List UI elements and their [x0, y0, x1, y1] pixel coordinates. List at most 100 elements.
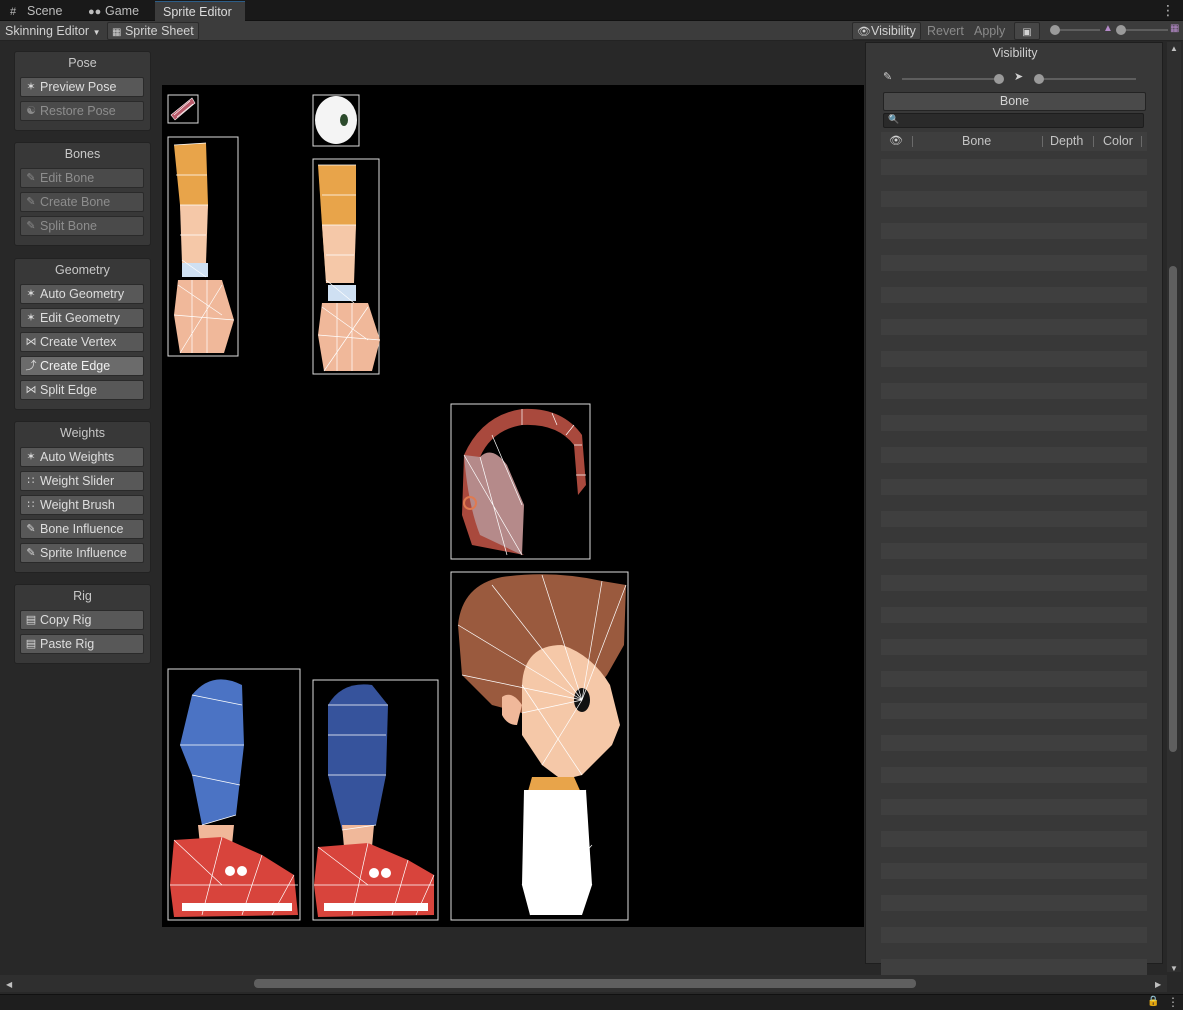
preview-pose-button[interactable]: ✶ Preview Pose: [20, 77, 144, 97]
scroll-left-arrow-icon[interactable]: ◀: [6, 980, 12, 989]
more-options-icon[interactable]: ⋮: [1167, 995, 1179, 1009]
eye-icon[interactable]: 👁: [889, 134, 903, 147]
weight-brush-button[interactable]: ∷ Weight Brush: [20, 495, 144, 515]
auto-weights-button[interactable]: ✶ Auto Weights: [20, 447, 144, 467]
split-bone-button[interactable]: ✎ Split Bone: [20, 216, 144, 236]
lock-icon[interactable]: 🔒: [1147, 996, 1159, 1007]
alpha-slider-knob[interactable]: [1116, 25, 1126, 35]
sprite-leg-right[interactable]: [312, 679, 439, 921]
bone-opacity-slider-track[interactable]: [902, 78, 1000, 80]
edit-bone-button[interactable]: ✎ Edit Bone: [20, 168, 144, 188]
mesh-opacity-slider-knob[interactable]: [1034, 74, 1044, 84]
preview-pose-icon: ✶: [26, 81, 36, 93]
weight-slider-icon: ∷: [27, 475, 35, 487]
revert-button[interactable]: Revert: [923, 22, 968, 40]
zoom-slider-knob[interactable]: [1050, 25, 1060, 35]
split-bone-label: Split Bone: [40, 219, 97, 233]
copy-rig-button[interactable]: ▤ Copy Rig: [20, 610, 144, 630]
edit-bone-label: Edit Bone: [40, 171, 95, 185]
paste-rig-label: Paste Rig: [40, 637, 95, 651]
sprite-sheet-drawing: [167, 94, 629, 921]
sprite-sheet-label: Sprite Sheet: [124, 24, 194, 38]
tab-sprite-editor-label: Sprite Editor: [163, 5, 232, 19]
column-divider[interactable]: [912, 136, 913, 147]
edit-geometry-label: Edit Geometry: [40, 311, 120, 325]
sprite-influence-label: Sprite Influence: [40, 546, 127, 560]
list-row: [881, 895, 1147, 911]
scroll-down-arrow-icon[interactable]: ▼: [1170, 964, 1178, 973]
sprite-hair-curl[interactable]: [450, 403, 591, 560]
list-row: [881, 351, 1147, 367]
create-edge-button[interactable]: ⤴ Create Edge: [20, 356, 144, 376]
weight-slider-label: Weight Slider: [40, 474, 115, 488]
list-row: [881, 511, 1147, 527]
brush-icon: ✎: [883, 71, 893, 83]
preview-pose-label: Preview Pose: [40, 80, 117, 94]
mipmap-icon: ▦: [1170, 23, 1180, 34]
column-header-bone[interactable]: Bone: [962, 132, 991, 151]
sprite-head[interactable]: [450, 571, 629, 921]
restore-pose-button[interactable]: ☯ Restore Pose: [20, 101, 144, 121]
mesh-icon: ➤: [1014, 71, 1024, 83]
edit-geometry-icon: ✶: [26, 312, 36, 324]
create-bone-button[interactable]: ✎ Create Bone: [20, 192, 144, 212]
auto-geometry-button[interactable]: ✶ Auto Geometry: [20, 284, 144, 304]
edit-geometry-button[interactable]: ✶ Edit Geometry: [20, 308, 144, 328]
list-row: [881, 191, 1147, 207]
list-row: [881, 447, 1147, 463]
restore-pose-icon: ☯: [26, 105, 36, 117]
column-divider[interactable]: [1093, 136, 1094, 147]
create-bone-icon: ✎: [26, 196, 36, 208]
sprite-arm-left[interactable]: [167, 136, 239, 357]
sprite-canvas[interactable]: [162, 85, 864, 927]
list-row: [881, 543, 1147, 559]
mesh-opacity-slider-track[interactable]: [1036, 78, 1136, 80]
sprite-editor-window: # Scene ●● Game Sprite Editor ⋮ Skinning E…: [0, 0, 1183, 1010]
sprite-leg-left[interactable]: [167, 668, 301, 921]
column-header-color[interactable]: Color: [1103, 132, 1133, 151]
search-icon: 🔍: [888, 114, 900, 124]
horizontal-scrollbar-thumb[interactable]: [254, 979, 916, 988]
auto-weights-icon: ✶: [26, 451, 36, 463]
scroll-up-arrow-icon[interactable]: ▲: [1170, 44, 1178, 53]
vertical-scrollbar-thumb[interactable]: [1169, 266, 1177, 752]
weight-slider-button[interactable]: ∷ Weight Slider: [20, 471, 144, 491]
bone-opacity-slider-knob[interactable]: [994, 74, 1004, 84]
rig-group: Rig ▤ Copy Rig ▤ Paste Rig: [14, 584, 151, 664]
editor-toolbar: Skinning Editor ▼ ▦ Sprite Sheet 👁Visibi…: [0, 21, 1183, 41]
sprite-sheet-button[interactable]: ▦ Sprite Sheet: [107, 22, 199, 40]
sprite-influence-button[interactable]: ✎ Sprite Influence: [20, 543, 144, 563]
list-row: [881, 255, 1147, 271]
edit-bone-icon: ✎: [26, 172, 36, 184]
bone-influence-button[interactable]: ✎ Bone Influence: [20, 519, 144, 539]
more-options-icon[interactable]: ⋮: [1161, 2, 1175, 18]
apply-button[interactable]: Apply: [970, 22, 1009, 40]
bones-group-title: Bones: [64, 147, 101, 161]
tab-sprite-editor[interactable]: Sprite Editor: [155, 1, 245, 21]
alpha-icon: ▲: [1103, 23, 1113, 34]
image-view-toggle[interactable]: ▣: [1014, 22, 1040, 40]
paste-rig-button[interactable]: ▤ Paste Rig: [20, 634, 144, 654]
sprite-arm-right[interactable]: [312, 158, 381, 375]
tab-game[interactable]: ●● Game: [80, 1, 152, 21]
column-header-depth[interactable]: Depth: [1050, 132, 1083, 151]
sprite-eye[interactable]: [312, 94, 360, 147]
list-row: [881, 799, 1147, 815]
bone-table-header: 👁 Bone Depth Color: [881, 132, 1147, 151]
mode-dropdown[interactable]: Skinning Editor ▼: [1, 22, 104, 40]
create-vertex-button[interactable]: ⋈ Create Vertex: [20, 332, 144, 352]
copy-rig-icon: ▤: [25, 614, 37, 626]
tab-scene[interactable]: # Scene: [2, 1, 74, 21]
scroll-right-arrow-icon[interactable]: ▶: [1155, 980, 1161, 989]
list-row: [881, 767, 1147, 783]
tab-bone[interactable]: Bone: [883, 92, 1146, 111]
column-divider[interactable]: [1141, 136, 1142, 147]
sprite-small-strand[interactable]: [167, 94, 199, 124]
list-row: [881, 735, 1147, 751]
visibility-button[interactable]: 👁Visibility: [852, 22, 921, 40]
window-tab-bar: # Scene ●● Game Sprite Editor ⋮: [0, 0, 1183, 21]
bone-search-input[interactable]: 🔍: [883, 113, 1144, 128]
split-edge-button[interactable]: ⋈ Split Edge: [20, 380, 144, 400]
column-divider[interactable]: [1042, 136, 1043, 147]
sprite-influence-icon: ✎: [26, 547, 36, 559]
